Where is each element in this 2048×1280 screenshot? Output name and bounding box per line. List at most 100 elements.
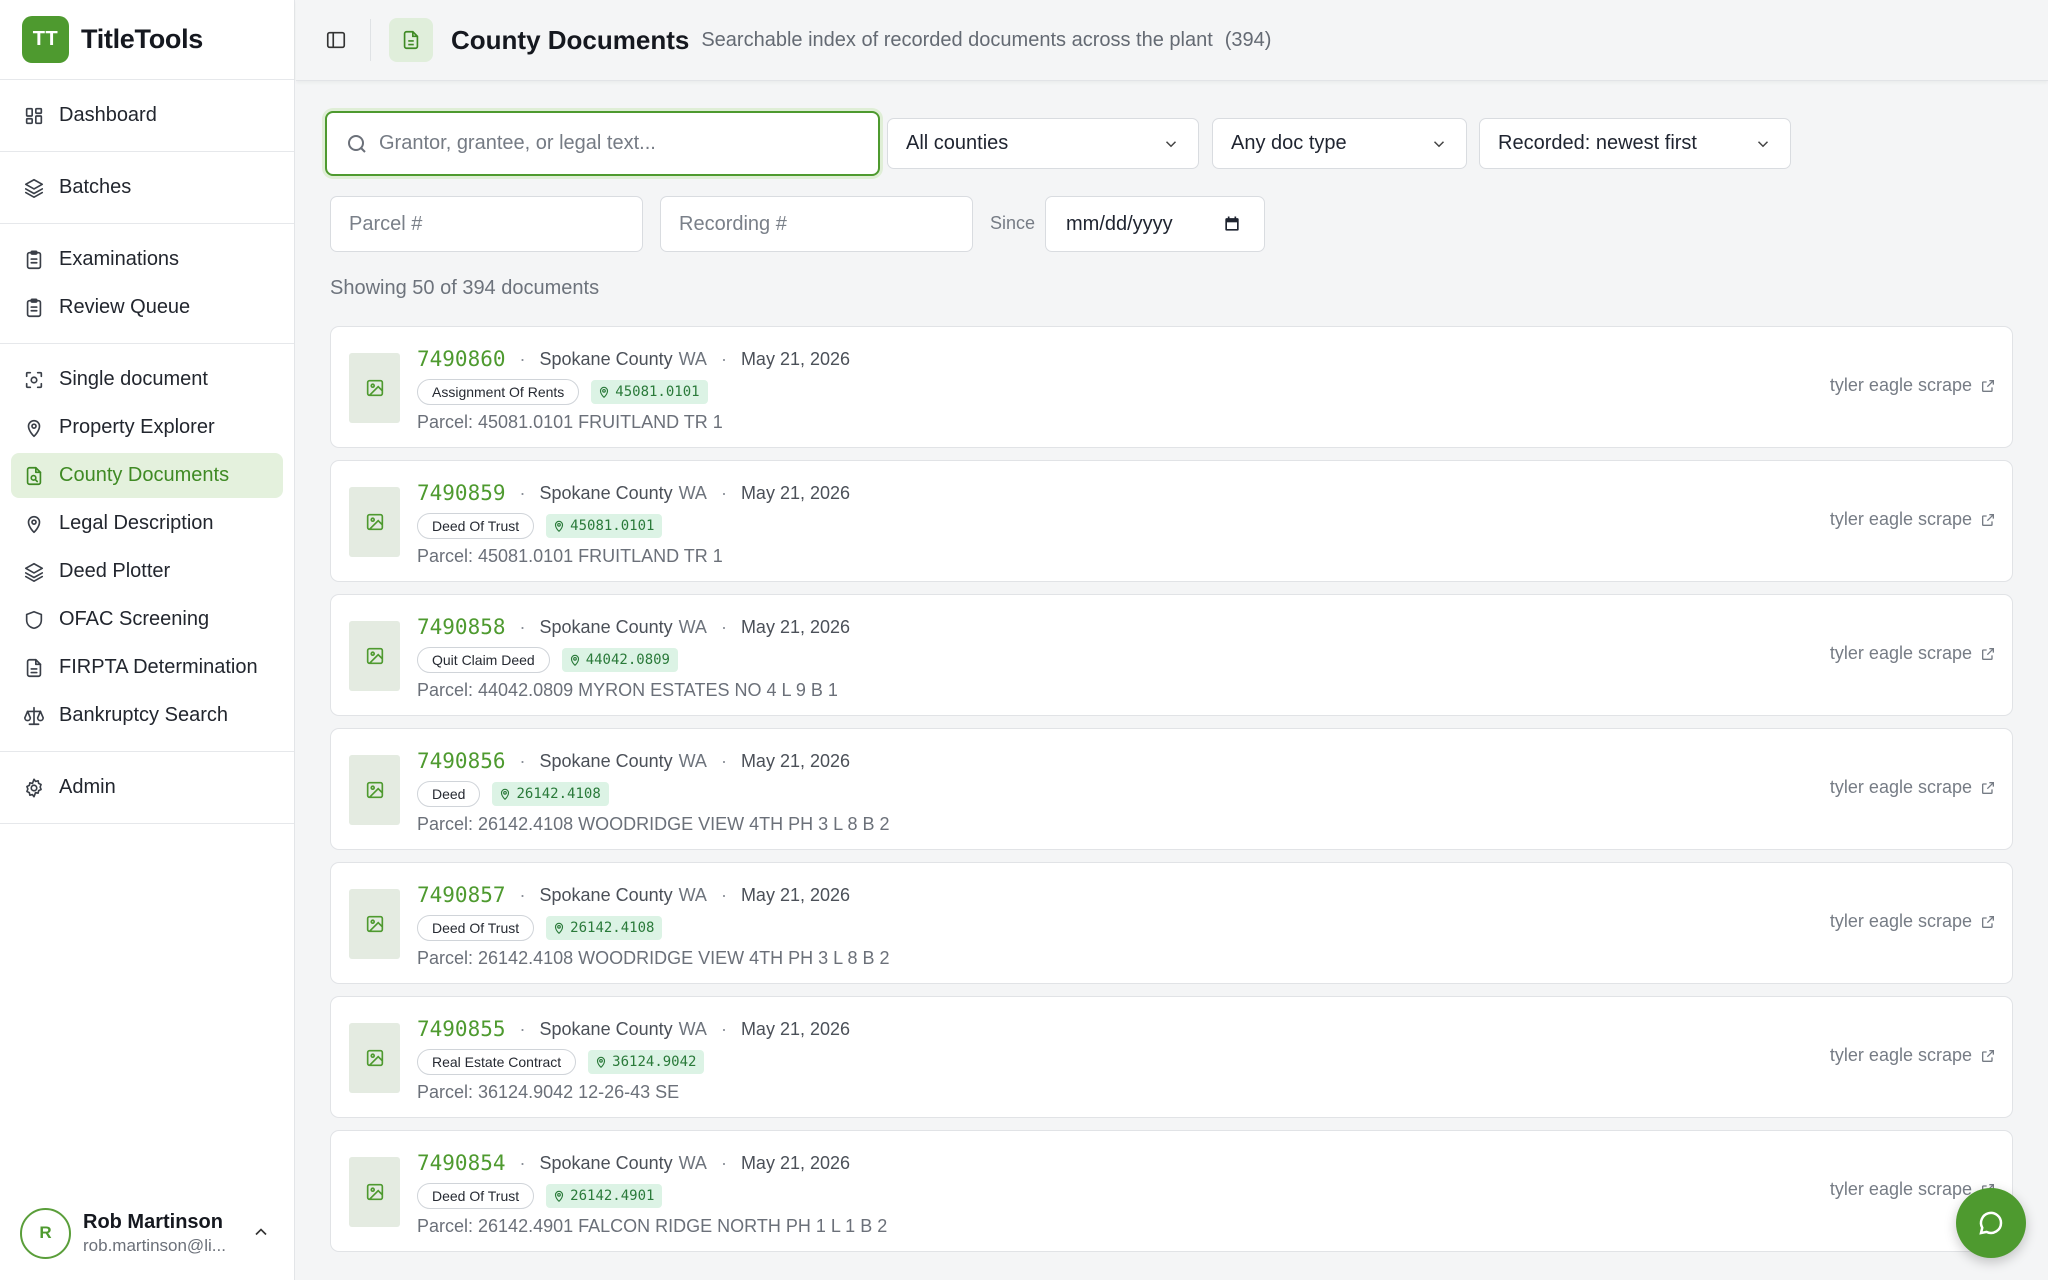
recording-number-link[interactable]: 7490858 xyxy=(417,615,506,639)
recording-number-link[interactable]: 7490854 xyxy=(417,1151,506,1175)
document-row[interactable]: 7490859 · Spokane County WA · May 21, 2026 Dee… xyxy=(330,460,2013,582)
scan-icon xyxy=(23,369,45,391)
document-thumbnail[interactable] xyxy=(349,621,400,691)
recording-number-link[interactable]: 7490856 xyxy=(417,749,506,773)
header-divider xyxy=(370,19,371,61)
search-input[interactable] xyxy=(379,132,859,155)
document-row[interactable]: 7490854 · Spokane County WA · May 21, 2026 Dee… xyxy=(330,1130,2013,1252)
separator-dot: · xyxy=(519,1152,526,1173)
recording-number-link[interactable]: 7490859 xyxy=(417,481,506,505)
sidebar-item-label: OFAC Screening xyxy=(59,608,210,630)
document-thumbnail[interactable] xyxy=(349,1023,400,1093)
sidebar-item-admin[interactable]: Admin xyxy=(11,765,283,810)
parcel-badge[interactable]: 26142.4108 xyxy=(546,916,663,940)
document-thumbnail[interactable] xyxy=(349,1157,400,1227)
sort-select[interactable]: Recorded: newest first xyxy=(1479,118,1791,169)
state-code: WA xyxy=(678,616,707,637)
sidebar-item-legal-description[interactable]: Legal Description xyxy=(11,501,283,546)
doc-type-select-value: Any doc type xyxy=(1231,132,1347,154)
nav-group: Examinations Review Queue xyxy=(0,224,294,344)
doc-type-select[interactable]: Any doc type xyxy=(1212,118,1467,169)
county-name: Spokane County xyxy=(539,1018,673,1039)
sidebar-toggle-button[interactable] xyxy=(316,20,356,60)
sidebar-item-label: Legal Description xyxy=(59,512,214,534)
parcel-badge[interactable]: 36124.9042 xyxy=(588,1050,705,1074)
doc-type-badge: Real Estate Contract xyxy=(417,1049,577,1075)
source-link[interactable]: tyler eagle scrape xyxy=(1830,643,1996,664)
sidebar-item-firpta-determination[interactable]: FIRPTA Determination xyxy=(11,645,283,690)
image-icon xyxy=(366,915,383,933)
document-row[interactable]: 7490855 · Spokane County WA · May 21, 2026 Rea… xyxy=(330,996,2013,1118)
separator-dot: · xyxy=(720,482,727,503)
sidebar-item-label: Review Queue xyxy=(59,296,191,318)
chat-button[interactable] xyxy=(1956,1188,2026,1258)
page-title: County Documents xyxy=(451,24,690,55)
source-label: tyler eagle scrape xyxy=(1829,375,1972,395)
parcel-badge[interactable]: 26142.4901 xyxy=(546,1184,663,1208)
document-row[interactable]: 7490856 · Spokane County WA · May 21, 2026 Dee… xyxy=(330,728,2013,850)
source-link[interactable]: tyler eagle scrape xyxy=(1830,1045,1996,1066)
image-icon xyxy=(366,379,383,397)
recorded-date: May 21, 2026 xyxy=(740,884,851,905)
document-thumbnail[interactable] xyxy=(349,755,400,825)
external-link-icon xyxy=(1982,781,1994,794)
source-link[interactable]: tyler eagle scrape xyxy=(1830,509,1996,530)
recorded-date: May 21, 2026 xyxy=(740,348,851,369)
sidebar-item-label: Dashboard xyxy=(59,104,157,126)
sidebar-item-property-explorer[interactable]: Property Explorer xyxy=(11,405,283,450)
sidebar-item-deed-plotter[interactable]: Deed Plotter xyxy=(11,549,283,594)
sidebar-item-bankruptcy-search[interactable]: Bankruptcy Search xyxy=(11,693,283,738)
sidebar-item-single-document[interactable]: Single document xyxy=(11,357,283,402)
sidebar-item-label: Batches xyxy=(59,176,132,198)
sidebar-item-review-queue[interactable]: Review Queue xyxy=(11,285,283,330)
image-icon xyxy=(366,1049,383,1067)
document-thumbnail[interactable] xyxy=(349,889,400,959)
sidebar-item-county-documents[interactable]: County Documents xyxy=(11,453,283,498)
panel-left-icon xyxy=(326,31,346,49)
source-link[interactable]: tyler eagle scrape xyxy=(1830,375,1996,396)
recording-number-link[interactable]: 7490855 xyxy=(417,1017,506,1041)
parcel-badge[interactable]: 44042.0809 xyxy=(561,648,678,672)
doc-type-badge: Quit Claim Deed xyxy=(417,647,550,673)
brand[interactable]: TT TitleTools xyxy=(0,0,294,80)
layers-icon xyxy=(23,177,45,199)
search-box[interactable] xyxy=(325,111,880,176)
parcel-badge[interactable]: 26142.4108 xyxy=(492,782,609,806)
recording-input[interactable]: Recording # xyxy=(660,196,973,252)
source-link[interactable]: tyler eagle scrape xyxy=(1830,911,1996,932)
document-thumbnail[interactable] xyxy=(349,353,400,423)
recording-number-link[interactable]: 7490860 xyxy=(417,347,506,371)
parcel-badge-label: 36124.9042 xyxy=(612,1054,697,1070)
user-menu[interactable]: R Rob Martinson rob.martinson@li... xyxy=(0,1186,295,1280)
recording-number-link[interactable]: 7490857 xyxy=(417,883,506,907)
map-pin-icon xyxy=(23,417,45,439)
county-name: Spokane County xyxy=(539,482,673,503)
chevron-down-icon xyxy=(1430,135,1448,153)
sidebar-item-dashboard[interactable]: Dashboard xyxy=(11,93,283,138)
map-pin-icon xyxy=(597,1056,606,1069)
county-select[interactable]: All counties xyxy=(887,118,1199,169)
source-label: tyler eagle scrape xyxy=(1829,1179,1972,1199)
source-link[interactable]: tyler eagle scrape xyxy=(1830,777,1996,798)
external-link-icon xyxy=(1982,379,1994,392)
document-row[interactable]: 7490858 · Spokane County WA · May 21, 2026 Qui… xyxy=(330,594,2013,716)
parcel-input[interactable]: Parcel # xyxy=(330,196,643,252)
parcel-badge[interactable]: 45081.0101 xyxy=(591,380,708,404)
image-icon xyxy=(366,1183,383,1201)
external-link-icon xyxy=(1982,1049,1994,1062)
external-link-icon xyxy=(1982,513,1994,526)
sidebar-item-batches[interactable]: Batches xyxy=(11,165,283,210)
search-icon xyxy=(345,132,369,156)
sidebar-item-examinations[interactable]: Examinations xyxy=(11,237,283,282)
calendar-icon[interactable] xyxy=(1222,214,1242,234)
sidebar-item-ofac-screening[interactable]: OFAC Screening xyxy=(11,597,283,642)
parcel-badge-label: 26142.4108 xyxy=(516,786,601,802)
chevron-up-icon[interactable] xyxy=(251,1222,271,1242)
document-row[interactable]: 7490857 · Spokane County WA · May 21, 2026 Dee… xyxy=(330,862,2013,984)
chevron-down-icon xyxy=(1162,135,1180,153)
separator-dot: · xyxy=(519,616,526,637)
document-row[interactable]: 7490860 · Spokane County WA · May 21, 2026 Ass… xyxy=(330,326,2013,448)
since-date-input[interactable]: mm/dd/yyyy xyxy=(1045,196,1265,252)
parcel-badge[interactable]: 45081.0101 xyxy=(546,514,663,538)
document-thumbnail[interactable] xyxy=(349,487,400,557)
